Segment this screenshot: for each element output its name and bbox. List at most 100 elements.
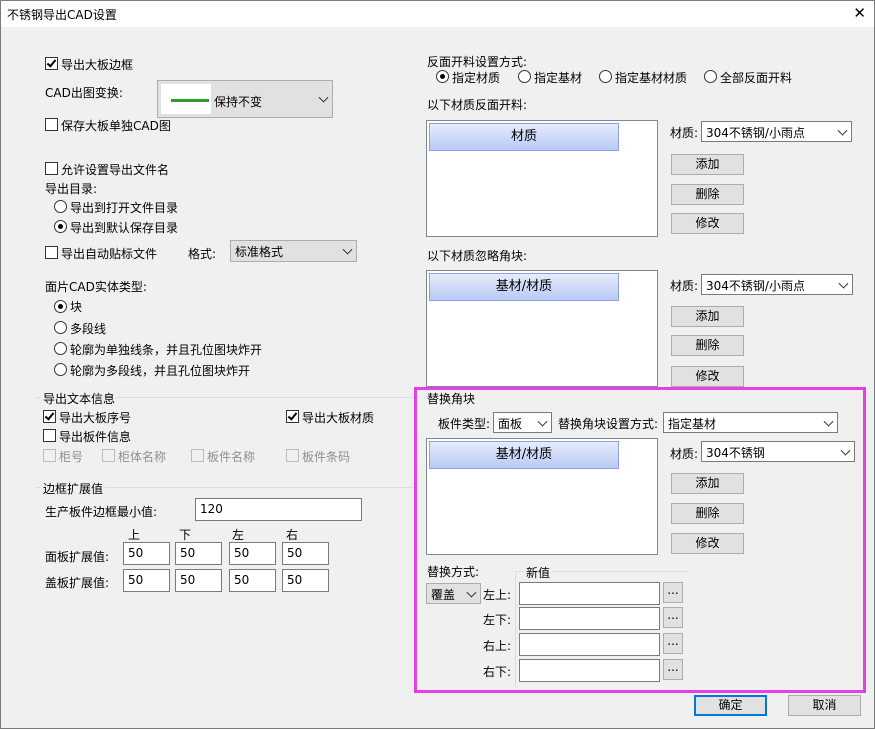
panel-ext-right-input[interactable]: 50 [282,542,329,565]
board-no-checkbox[interactable] [43,410,56,423]
reverse-material-list[interactable]: 材质 [426,120,658,237]
ignore-material-select[interactable]: 304不锈钢/小雨点 [701,274,853,295]
ignore-list-header[interactable]: 基材/材质 [429,273,619,301]
dialog-window: 不锈钢导出CAD设置 ✕ 导出大板边框 CAD出图变换: 保持不变 保存大板单独… [0,0,875,729]
title-bar: 不锈钢导出CAD设置 ✕ [1,1,874,27]
reverse-material-select[interactable]: 304不锈钢/小雨点 [701,121,852,142]
panel-ext-label: 面板扩展值: [45,550,110,564]
board-no-label: 导出大板序号 [59,411,132,425]
cad-transform-value: 保持不变 [214,95,263,109]
cover-ext-label: 盖板扩展值: [45,576,110,590]
highlight-frame [414,387,866,693]
cabinet-no-checkbox [43,449,56,462]
cover-ext-top-input[interactable]: 50 [123,569,170,592]
solid-type-radio-polyline[interactable] [54,321,67,334]
allow-filename-checkbox[interactable] [45,162,58,175]
panel-ext-bottom-input[interactable]: 50 [175,542,222,565]
part-name-label: 板件名称 [207,450,256,464]
col-top-label: 上 [128,528,141,542]
allow-filename-label: 允许设置导出文件名 [61,163,170,177]
cabinet-no-label: 柜号 [59,450,84,464]
cover-ext-right-input[interactable]: 50 [282,569,329,592]
format-label: 格式: [188,247,217,261]
save-separate-checkbox[interactable] [45,118,58,131]
export-dir-radio-open[interactable] [54,200,67,213]
reverse-mode-option-all: 全部反面开料 [720,71,793,85]
auto-label-label: 导出自动贴标文件 [61,247,158,261]
format-select[interactable]: 标准格式 [230,240,357,262]
save-separate-label: 保存大板单独CAD图 [61,119,171,133]
ignore-list-label: 以下材质忽略角块: [427,249,528,263]
part-info-label: 导出板件信息 [59,430,132,444]
cover-ext-right-value: 50 [287,573,303,587]
col-bottom-label: 下 [179,528,192,542]
col-left-label: 左 [232,528,245,542]
border-title: 边框扩展值 [41,480,106,497]
panel-ext-right-value: 50 [287,546,303,560]
reverse-mode-radio-base-material[interactable] [599,70,612,83]
ignore-add-button[interactable]: 添加 [671,306,744,327]
chevron-down-icon [837,125,848,136]
board-material-label: 导出大板材质 [302,411,375,425]
cover-ext-left-input[interactable]: 50 [229,569,276,592]
text-info-title: 导出文本信息 [41,390,118,407]
board-material-checkbox[interactable] [286,410,299,423]
panel-ext-top-input[interactable]: 50 [123,542,170,565]
reverse-mode-option-base-material: 指定基材材质 [615,71,688,85]
reverse-delete-button[interactable]: 删除 [671,184,744,205]
reverse-mode-radio-all[interactable] [704,70,717,83]
solid-type-option-lines: 轮廓为单独线条，并且孔位图块炸开 [70,343,263,357]
ignore-material-label: 材质: [670,279,699,293]
solid-type-radio-block[interactable] [54,300,67,313]
ok-button[interactable]: 确定 [694,695,767,716]
format-value: 标准格式 [235,245,284,259]
solid-type-radio-polyline-outline[interactable] [54,363,67,376]
chevron-down-icon [342,244,353,255]
export-dir-option-default: 导出到默认保存目录 [70,221,179,235]
solid-type-radio-lines[interactable] [54,342,67,355]
reverse-mode-option-material: 指定材质 [452,71,501,85]
cancel-button[interactable]: 取消 [788,695,861,716]
green-line-icon [171,99,209,102]
cover-ext-top-value: 50 [128,573,144,587]
part-barcode-label: 板件条码 [302,450,351,464]
cover-ext-left-value: 50 [234,573,250,587]
part-info-checkbox[interactable] [43,429,56,442]
ignore-modify-button[interactable]: 修改 [671,366,744,387]
reverse-material-value: 304不锈钢/小雨点 [706,126,805,140]
reverse-material-label: 材质: [670,126,699,140]
export-dir-label: 导出目录: [45,182,98,196]
panel-ext-left-value: 50 [234,546,250,560]
col-right-label: 右 [286,528,299,542]
line-preview [161,84,211,114]
part-name-checkbox [191,449,204,462]
border-min-input[interactable]: 120 [195,498,362,521]
border-min-value: 120 [200,502,223,516]
solid-type-option-block: 块 [70,300,83,314]
reverse-list-header[interactable]: 材质 [429,123,619,151]
cad-transform-select[interactable]: 保持不变 [157,80,333,118]
reverse-modify-button[interactable]: 修改 [671,213,744,234]
border-min-label: 生产板件边框最小值: [45,505,158,519]
auto-label-checkbox[interactable] [45,246,58,259]
close-icon[interactable]: ✕ [853,4,866,22]
reverse-add-button[interactable]: 添加 [671,154,744,175]
ignore-material-list[interactable]: 基材/材质 [426,270,658,387]
window-title: 不锈钢导出CAD设置 [7,8,117,22]
ignore-delete-button[interactable]: 删除 [671,335,744,356]
panel-ext-bottom-value: 50 [180,546,196,560]
export-frame-label: 导出大板边框 [61,58,134,72]
export-frame-checkbox[interactable] [45,57,58,70]
part-barcode-checkbox [286,449,299,462]
export-dir-option-open: 导出到打开文件目录 [70,201,179,215]
reverse-mode-radio-base[interactable] [518,70,531,83]
cover-ext-bottom-value: 50 [180,573,196,587]
cover-ext-bottom-input[interactable]: 50 [175,569,222,592]
reverse-mode-radio-material[interactable] [436,70,449,83]
cabinet-name-label: 柜体名称 [118,450,167,464]
solid-type-option-polyline-outline: 轮廓为多段线，并且孔位图块炸开 [70,364,251,378]
export-dir-radio-default[interactable] [54,220,67,233]
reverse-mode-label: 反面开料设置方式: [427,55,528,69]
panel-ext-left-input[interactable]: 50 [229,542,276,565]
cabinet-name-checkbox [102,449,115,462]
